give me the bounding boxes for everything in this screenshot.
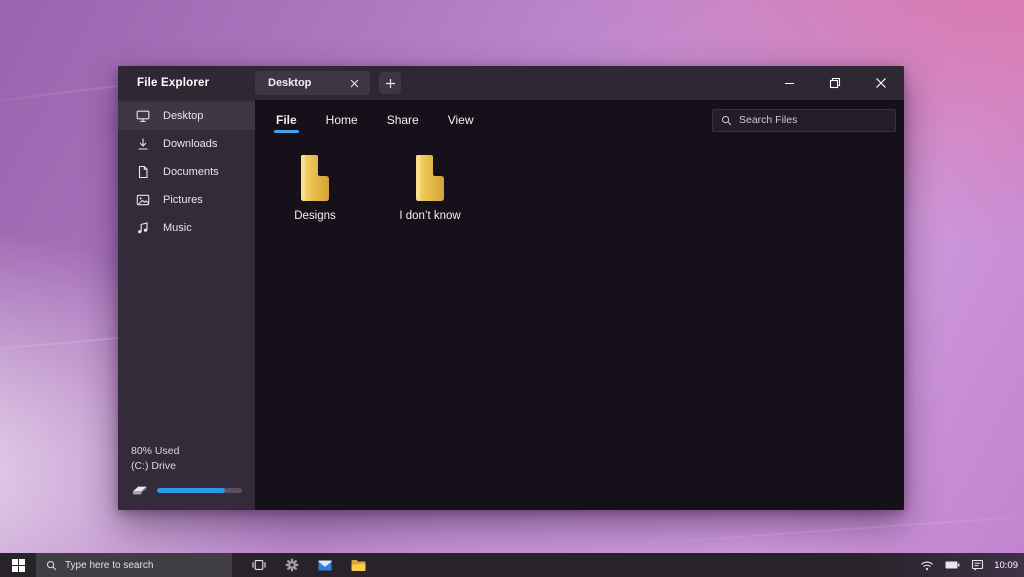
file-explorer-taskbar-button[interactable] bbox=[346, 553, 370, 577]
file-search-input[interactable] bbox=[739, 114, 887, 126]
taskbar-icons bbox=[247, 553, 370, 577]
task-view-button[interactable] bbox=[247, 553, 271, 577]
taskbar: 10:09 bbox=[0, 553, 1024, 577]
desktop-background: File Explorer Desktop bbox=[0, 0, 1024, 577]
file-browser-content: File Home Share View bbox=[255, 100, 904, 510]
search-icon bbox=[46, 560, 57, 571]
windows-logo-icon bbox=[12, 559, 25, 572]
sidebar-nav: Desktop Downloads Documents bbox=[118, 100, 255, 242]
tab-close-button[interactable] bbox=[346, 75, 362, 91]
mail-icon bbox=[318, 559, 332, 572]
ribbon-tab-view[interactable]: View bbox=[447, 110, 475, 130]
window-controls bbox=[766, 66, 904, 100]
sidebar-item-label: Pictures bbox=[163, 194, 203, 206]
music-icon bbox=[136, 221, 150, 235]
folder-icon bbox=[410, 153, 450, 203]
storage-drive-label: (C:) Drive bbox=[131, 459, 242, 474]
ribbon-tab-share[interactable]: Share bbox=[386, 110, 420, 130]
close-icon bbox=[875, 77, 887, 89]
taskbar-search-box[interactable] bbox=[36, 553, 232, 577]
file-explorer-window: File Explorer Desktop bbox=[118, 66, 904, 510]
document-icon bbox=[136, 165, 150, 179]
close-button[interactable] bbox=[858, 66, 904, 100]
task-view-icon bbox=[252, 558, 266, 572]
minimize-icon bbox=[784, 78, 795, 89]
hard-drive-icon bbox=[131, 483, 149, 497]
battery-icon[interactable] bbox=[944, 557, 960, 573]
mail-button[interactable] bbox=[313, 553, 337, 577]
sidebar-item-pictures[interactable]: Pictures bbox=[118, 186, 255, 214]
restore-button[interactable] bbox=[812, 66, 858, 100]
gear-icon bbox=[285, 558, 299, 572]
plus-icon bbox=[385, 78, 396, 89]
app-title: File Explorer bbox=[118, 77, 255, 89]
close-icon bbox=[350, 79, 359, 88]
new-tab-button[interactable] bbox=[379, 72, 401, 94]
sidebar-item-label: Music bbox=[163, 222, 192, 234]
taskbar-clock[interactable]: 10:09 bbox=[994, 560, 1018, 571]
ribbon-tab-file[interactable]: File bbox=[275, 110, 298, 130]
sidebar-item-label: Downloads bbox=[163, 138, 217, 150]
sidebar-item-downloads[interactable]: Downloads bbox=[118, 130, 255, 158]
drive-storage-panel: 80% Used (C:) Drive bbox=[118, 444, 255, 510]
folder-name: Designs bbox=[294, 210, 336, 222]
system-tray: 10:09 bbox=[919, 557, 1024, 573]
sidebar-item-label: Desktop bbox=[163, 110, 203, 122]
sidebar-item-label: Documents bbox=[163, 166, 219, 178]
file-explorer-icon bbox=[351, 559, 366, 572]
search-icon bbox=[721, 115, 732, 126]
sidebar-item-desktop[interactable]: Desktop bbox=[118, 102, 255, 130]
ribbon-tab-home[interactable]: Home bbox=[325, 110, 359, 130]
folder-designs[interactable]: Designs bbox=[277, 153, 353, 222]
window-titlebar[interactable]: File Explorer Desktop bbox=[118, 66, 904, 100]
folder-name: I don’t know bbox=[399, 210, 460, 222]
download-icon bbox=[136, 137, 150, 151]
sidebar: Desktop Downloads Documents bbox=[118, 100, 255, 510]
restore-icon bbox=[829, 77, 841, 89]
wallpaper-streak bbox=[620, 512, 1024, 546]
action-center-icon[interactable] bbox=[969, 557, 985, 573]
tab-label: Desktop bbox=[268, 77, 346, 89]
file-search-box[interactable] bbox=[712, 109, 896, 132]
tab-desktop[interactable]: Desktop bbox=[255, 71, 370, 95]
minimize-button[interactable] bbox=[766, 66, 812, 100]
sidebar-item-documents[interactable]: Documents bbox=[118, 158, 255, 186]
storage-used-label: 80% Used bbox=[131, 444, 242, 459]
folder-i-dont-know[interactable]: I don’t know bbox=[392, 153, 468, 222]
folder-icon bbox=[295, 153, 335, 203]
start-button[interactable] bbox=[0, 553, 36, 577]
file-grid: Designs I don’t know bbox=[255, 140, 904, 222]
taskbar-search-input[interactable] bbox=[65, 560, 222, 571]
wifi-icon[interactable] bbox=[919, 557, 935, 573]
sidebar-item-music[interactable]: Music bbox=[118, 214, 255, 242]
monitor-icon bbox=[136, 109, 150, 123]
ribbon-bar: File Home Share View bbox=[255, 100, 904, 140]
drive-progress-fill bbox=[157, 488, 225, 493]
drive-usage-bar bbox=[157, 488, 242, 493]
picture-icon bbox=[136, 193, 150, 207]
settings-button[interactable] bbox=[280, 553, 304, 577]
